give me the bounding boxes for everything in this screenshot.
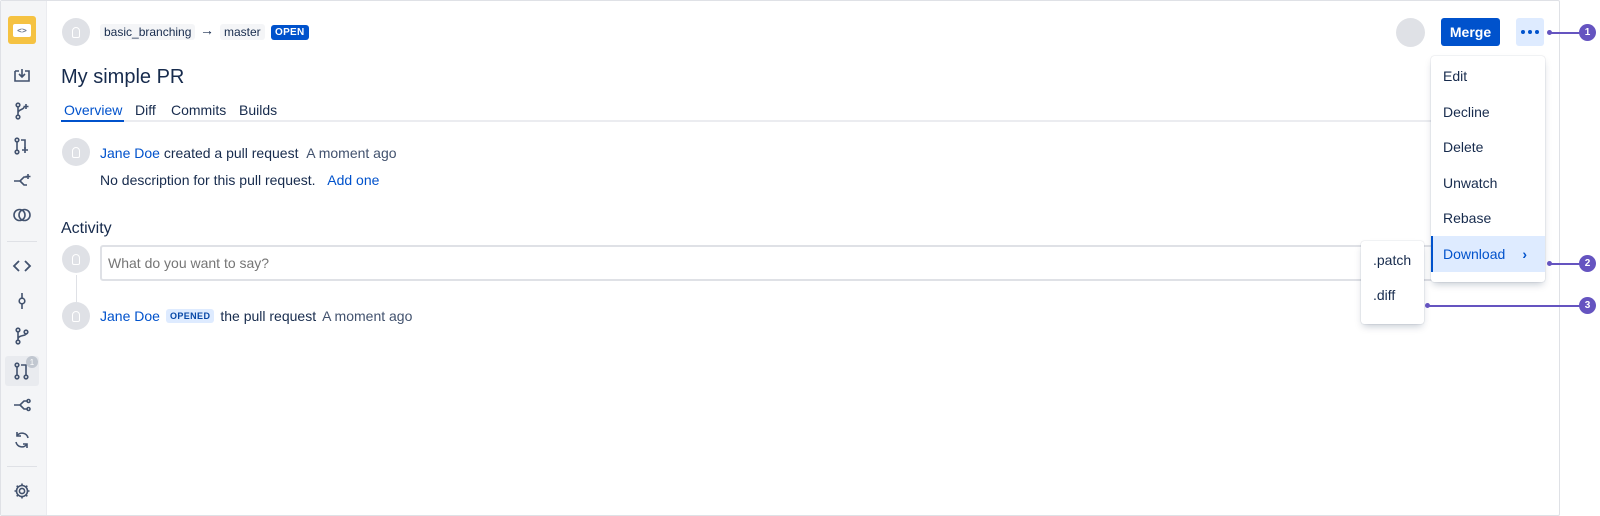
menu-item-decline[interactable]: Decline [1431, 94, 1545, 130]
more-actions-menu: Edit Decline Delete Unwatch Rebase Downl… [1431, 56, 1545, 282]
compare-icon[interactable] [5, 200, 39, 230]
callout-marker-1: 1 [1579, 24, 1596, 41]
no-description-text: No description for this pull request. [100, 172, 316, 188]
code-repository-icon[interactable]: <> [8, 16, 36, 44]
activity-heading: Activity [61, 220, 112, 237]
callout-line [1428, 305, 1580, 307]
comment-input[interactable] [100, 245, 1440, 281]
creator-avatar[interactable] [62, 138, 90, 166]
activity-event: Jane Doe OPENED the pull request A momen… [100, 308, 412, 324]
menu-item-download-label: Download [1443, 246, 1506, 262]
author-avatar[interactable] [62, 18, 90, 46]
reviewer-avatar[interactable] [1396, 18, 1425, 47]
activity-thread-line [76, 275, 77, 303]
builds-sync-icon[interactable] [5, 425, 39, 455]
page-title: My simple PR [61, 66, 185, 88]
avatar-placeholder-icon [72, 26, 80, 38]
author-link[interactable]: Jane Doe [100, 145, 160, 161]
menu-item-unwatch[interactable]: Unwatch [1431, 165, 1545, 201]
tab-diff[interactable]: Diff [135, 102, 156, 118]
sidebar-divider [7, 466, 37, 467]
callout-marker-2: 2 [1579, 255, 1596, 272]
submenu-item-diff[interactable]: .diff [1373, 287, 1395, 303]
settings-gear-icon[interactable] [5, 476, 39, 506]
active-tab-indicator [61, 120, 124, 122]
more-actions-button[interactable] [1516, 18, 1544, 46]
menu-item-download[interactable]: Download › [1431, 236, 1545, 272]
source-branch[interactable]: basic_branching [100, 24, 196, 40]
current-user-avatar [62, 245, 90, 273]
source-code-icon[interactable] [5, 251, 39, 281]
pull-request-count-badge: 1 [26, 356, 38, 368]
tab-overview[interactable]: Overview [64, 102, 122, 118]
create-pull-request-icon[interactable] [5, 131, 39, 161]
created-action-text: created a pull request [163, 145, 299, 161]
create-branch-icon[interactable] [5, 96, 39, 126]
merge-button[interactable]: Merge [1441, 18, 1500, 46]
event-author-avatar[interactable] [62, 302, 90, 330]
arrow-right-icon: → [200, 22, 214, 38]
clone-download-icon[interactable] [5, 61, 39, 91]
description-line: No description for this pull request. Ad… [100, 172, 379, 188]
opened-badge: OPENED [165, 309, 215, 323]
chevron-right-icon: › [1522, 246, 1527, 262]
menu-item-rebase[interactable]: Rebase [1431, 200, 1545, 236]
commits-icon[interactable] [5, 286, 39, 316]
callout-line [1550, 263, 1580, 265]
sidebar-divider [7, 241, 37, 242]
pull-requests-icon[interactable]: 1 [5, 356, 39, 386]
tab-bar: Overview Diff Commits Builds [61, 100, 1431, 122]
fork-icon[interactable] [5, 166, 39, 196]
event-timestamp: A moment ago [322, 308, 413, 324]
target-branch[interactable]: master [220, 24, 265, 40]
add-description-link[interactable]: Add one [327, 172, 379, 188]
menu-item-delete[interactable]: Delete [1431, 129, 1545, 165]
ellipsis-dot [1528, 30, 1532, 34]
avatar-placeholder-icon [72, 146, 80, 158]
branches-icon[interactable] [5, 321, 39, 351]
event-author-link[interactable]: Jane Doe [100, 308, 160, 324]
status-badge: OPEN [271, 25, 309, 40]
created-timestamp: A moment ago [306, 145, 397, 161]
download-submenu: .patch .diff [1361, 241, 1424, 324]
menu-item-edit[interactable]: Edit [1431, 58, 1545, 94]
sidebar: <> 1 [1, 1, 47, 515]
forks-icon[interactable] [5, 390, 39, 420]
tab-commits[interactable]: Commits [171, 102, 226, 118]
submenu-item-patch[interactable]: .patch [1373, 252, 1411, 268]
callout-line [1550, 32, 1580, 34]
pr-created-line: Jane Doe created a pull request A moment… [100, 145, 397, 161]
callout-marker-3: 3 [1579, 297, 1596, 314]
ellipsis-icon [1521, 30, 1525, 34]
tab-builds[interactable]: Builds [239, 102, 277, 118]
ellipsis-dot [1535, 30, 1539, 34]
avatar-placeholder-icon [72, 310, 80, 322]
event-text: the pull request [220, 308, 317, 324]
avatar-placeholder-icon [72, 253, 80, 265]
